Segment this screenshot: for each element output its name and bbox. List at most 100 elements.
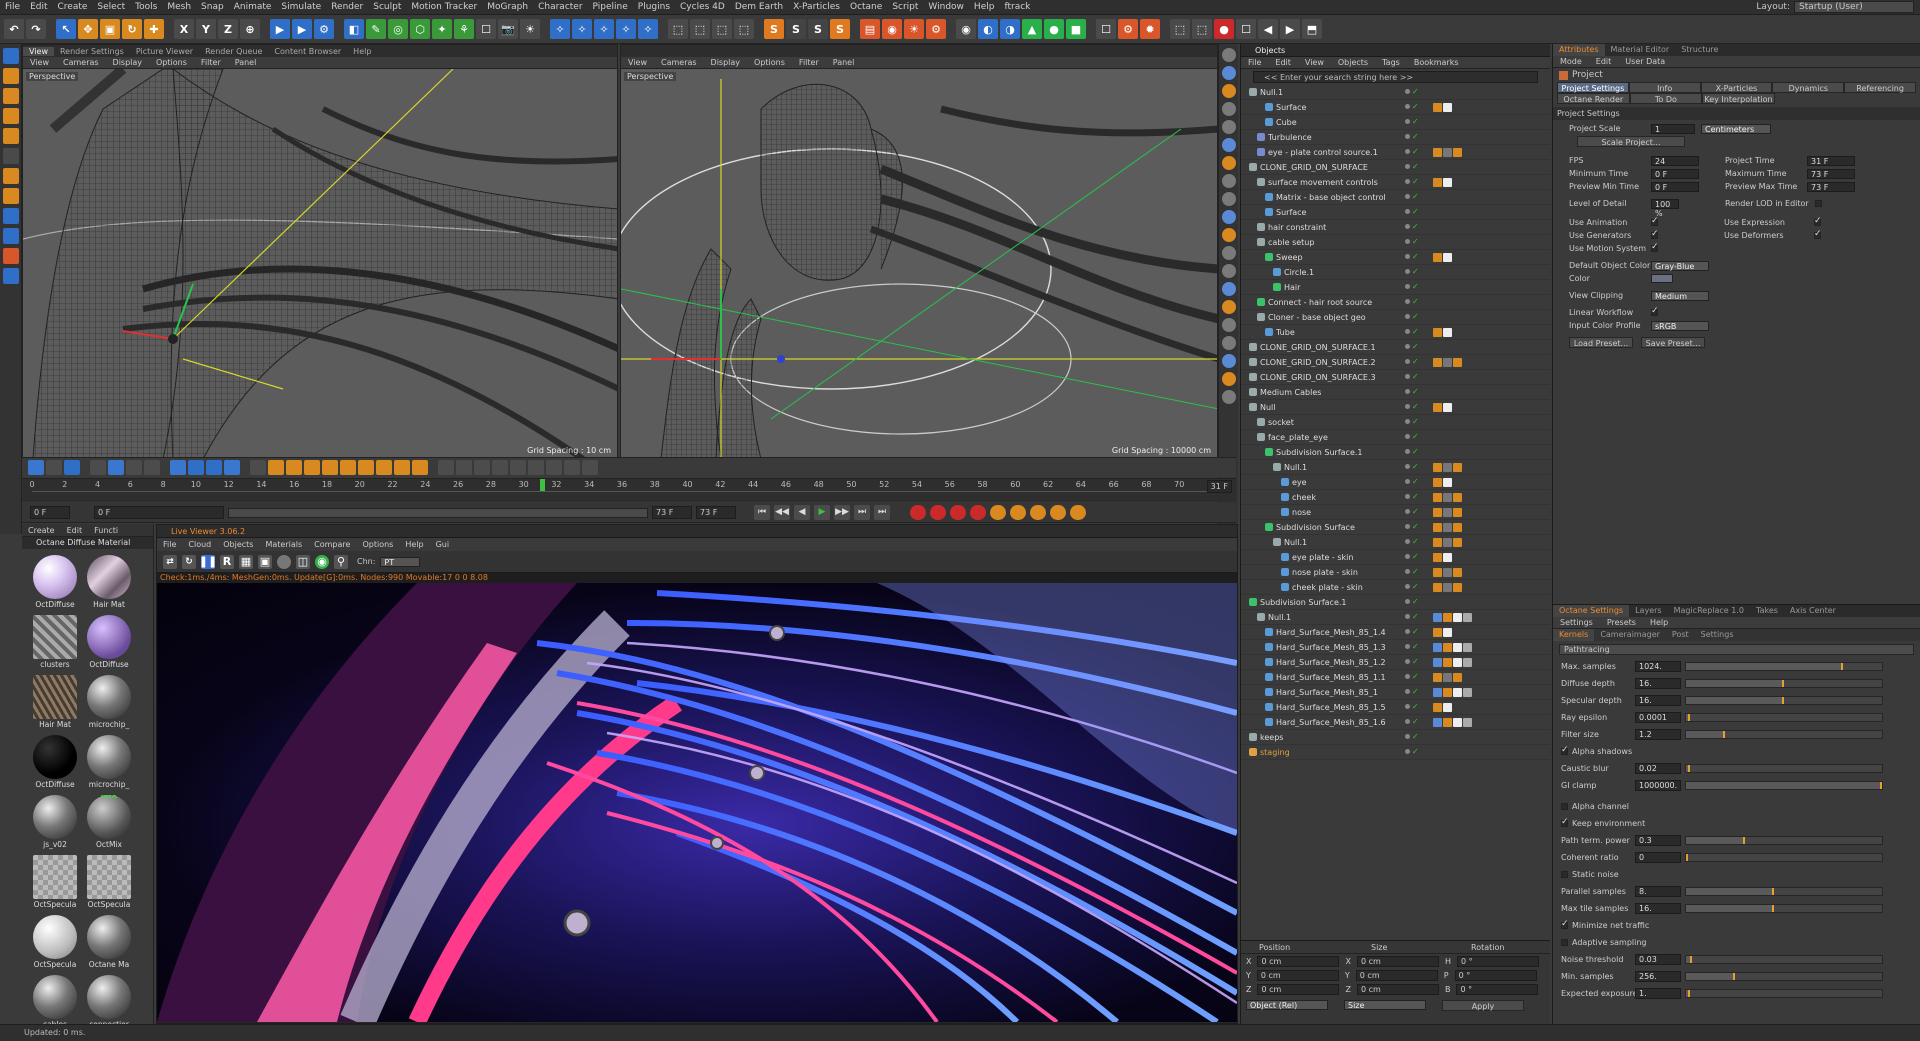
material-swatch[interactable]: connectior [86, 975, 132, 1031]
object-tag[interactable] [1443, 582, 1452, 592]
live-viewer-menu-objects[interactable]: Objects [217, 540, 259, 549]
visibility-toggle[interactable]: ✓ [1405, 117, 1425, 127]
anim-tool-icon-20[interactable] [412, 460, 428, 475]
prev-frame-icon[interactable]: ◀ [794, 505, 810, 520]
max-time-field[interactable]: 73 F [1807, 168, 1855, 179]
side-tool-icon-3[interactable] [1222, 102, 1236, 116]
load-preset-button[interactable]: Load Preset... [1569, 337, 1633, 348]
octane-subtab-settings[interactable]: Settings [1695, 629, 1740, 641]
menu-item-sculpt[interactable]: Sculpt [368, 2, 406, 12]
object-tag[interactable] [1443, 702, 1452, 712]
object-tag[interactable] [1453, 507, 1462, 517]
visibility-toggle[interactable]: ✓ [1405, 582, 1425, 592]
visibility-toggle[interactable]: ✓ [1405, 222, 1425, 232]
visibility-toggle[interactable]: ✓ [1405, 297, 1425, 307]
visibility-toggle[interactable]: ✓ [1405, 252, 1425, 262]
render-image[interactable] [157, 583, 1237, 1022]
material-swatch[interactable]: OctDiffuse [32, 555, 78, 611]
side-tool-icon-5[interactable] [1222, 138, 1236, 152]
key-scale-icon[interactable] [1010, 505, 1026, 520]
lock-icon[interactable]: ▣ [258, 554, 272, 569]
object-row[interactable]: cable setup ✓ [1241, 235, 1550, 250]
fps-field[interactable]: 24 [1651, 155, 1699, 166]
channel-select[interactable]: PT [380, 556, 421, 567]
coordinate-mode-select[interactable]: Object (Rel) [1246, 1000, 1328, 1010]
octane-s1-icon[interactable]: S [764, 19, 784, 39]
color-swatch[interactable] [1651, 274, 1673, 283]
object-tag[interactable] [1443, 507, 1452, 517]
anim-tool-icon-21[interactable] [438, 460, 454, 475]
render-view-icon[interactable]: ▶ [270, 19, 290, 39]
object-tag[interactable] [1443, 612, 1452, 622]
object-row[interactable]: keeps ✓ [1241, 730, 1550, 745]
object-tag[interactable] [1443, 462, 1452, 472]
position-field[interactable]: 0 cm [1256, 969, 1339, 981]
object-tag[interactable] [1443, 672, 1452, 682]
left-tool-icon-8[interactable] [3, 208, 19, 224]
attr-menu-edit[interactable]: Edit [1589, 57, 1619, 66]
preview-max-field[interactable]: 73 F [1807, 181, 1855, 192]
object-row[interactable]: CLONE_GRID_ON_SURFACE.1 ✓ [1241, 340, 1550, 355]
setting-checkbox[interactable] [1561, 919, 1569, 929]
visibility-toggle[interactable]: ✓ [1405, 642, 1425, 652]
octane-subtab-kernels[interactable]: Kernels [1553, 629, 1595, 641]
use-motion-checkbox[interactable] [1651, 242, 1659, 252]
min-time-field[interactable]: 0 F [1651, 168, 1699, 179]
scale-icon[interactable]: ▣ [100, 19, 120, 39]
side-tool-icon-6[interactable] [1222, 156, 1236, 170]
object-tag[interactable] [1443, 327, 1452, 337]
object-tag[interactable] [1443, 627, 1452, 637]
object-row[interactable]: Cube ✓ [1241, 115, 1550, 130]
left-tool-icon-1[interactable] [3, 68, 19, 84]
object-tag[interactable] [1433, 657, 1442, 667]
live-viewer-menu-options[interactable]: Options [356, 540, 399, 549]
default-color-select[interactable]: Gray-Blue [1651, 260, 1709, 271]
anim-tool-icon-1[interactable] [46, 460, 62, 475]
side-tool-icon-19[interactable] [1222, 390, 1236, 404]
viewport-menu-options[interactable]: Options [149, 58, 194, 67]
material-swatch[interactable]: microchip_ [86, 735, 132, 791]
setting-slider[interactable] [1685, 730, 1883, 739]
z-axis-icon[interactable]: Z [218, 19, 238, 39]
use-animation-checkbox[interactable] [1651, 216, 1659, 226]
object-row[interactable]: eye plate - skin ✓ [1241, 550, 1550, 565]
setting-slider[interactable] [1685, 713, 1883, 722]
attr-page-project-settings[interactable]: Project Settings [1557, 82, 1629, 93]
viewport-menu-filter[interactable]: Filter [194, 58, 228, 67]
object-row[interactable]: Turbulence ✓ [1241, 130, 1550, 145]
next-key-icon[interactable]: ⏭ [854, 505, 870, 520]
left-tool-icon-0[interactable] [3, 48, 19, 64]
object-row[interactable]: Circle.1 ✓ [1241, 265, 1550, 280]
object-row[interactable]: Null.1 ✓ [1241, 85, 1550, 100]
object-row[interactable]: Connect - hair root source ✓ [1241, 295, 1550, 310]
setting-checkbox[interactable] [1561, 871, 1568, 878]
light-icon[interactable]: ☀ [520, 19, 540, 39]
setting-slider[interactable] [1685, 989, 1883, 998]
setting-value[interactable]: 0.02 [1635, 763, 1681, 774]
octane-tab-4[interactable]: Axis Center [1784, 605, 1842, 617]
menu-item-file[interactable]: File [0, 2, 25, 12]
object-row[interactable]: CLONE_GRID_ON_SURFACE ✓ [1241, 160, 1550, 175]
object-tag[interactable] [1453, 717, 1462, 727]
object-tag[interactable] [1433, 672, 1442, 682]
deformer-icon[interactable]: ⚘ [454, 19, 474, 39]
anim-tool-icon-13[interactable] [286, 460, 302, 475]
octane-tab-0[interactable]: Octane Settings [1553, 605, 1630, 617]
size-mode-select[interactable]: Size [1344, 1000, 1426, 1010]
region-icon[interactable]: R [220, 554, 234, 569]
setting-slider[interactable] [1685, 853, 1883, 862]
lod-field[interactable]: 100 % [1651, 198, 1679, 218]
visibility-toggle[interactable]: ✓ [1405, 237, 1425, 247]
attr-menu-mode[interactable]: Mode [1553, 57, 1589, 66]
anim-tool-icon-28[interactable] [564, 460, 580, 475]
anim-tool-icon-23[interactable] [474, 460, 490, 475]
visibility-toggle[interactable]: ✓ [1405, 162, 1425, 172]
live-viewer-menu-file[interactable]: File [157, 540, 182, 549]
octane-menu-presets[interactable]: Presets [1600, 618, 1643, 627]
object-menu-tags[interactable]: Tags [1375, 58, 1407, 67]
viewport-menu-cameras[interactable]: Cameras [56, 58, 106, 67]
material-swatch[interactable]: js_v02 [32, 795, 78, 851]
restart-icon[interactable]: ↻ [182, 554, 196, 569]
object-tag[interactable] [1433, 507, 1442, 517]
object-search-input[interactable]: << Enter your search string here >> [1253, 71, 1538, 83]
